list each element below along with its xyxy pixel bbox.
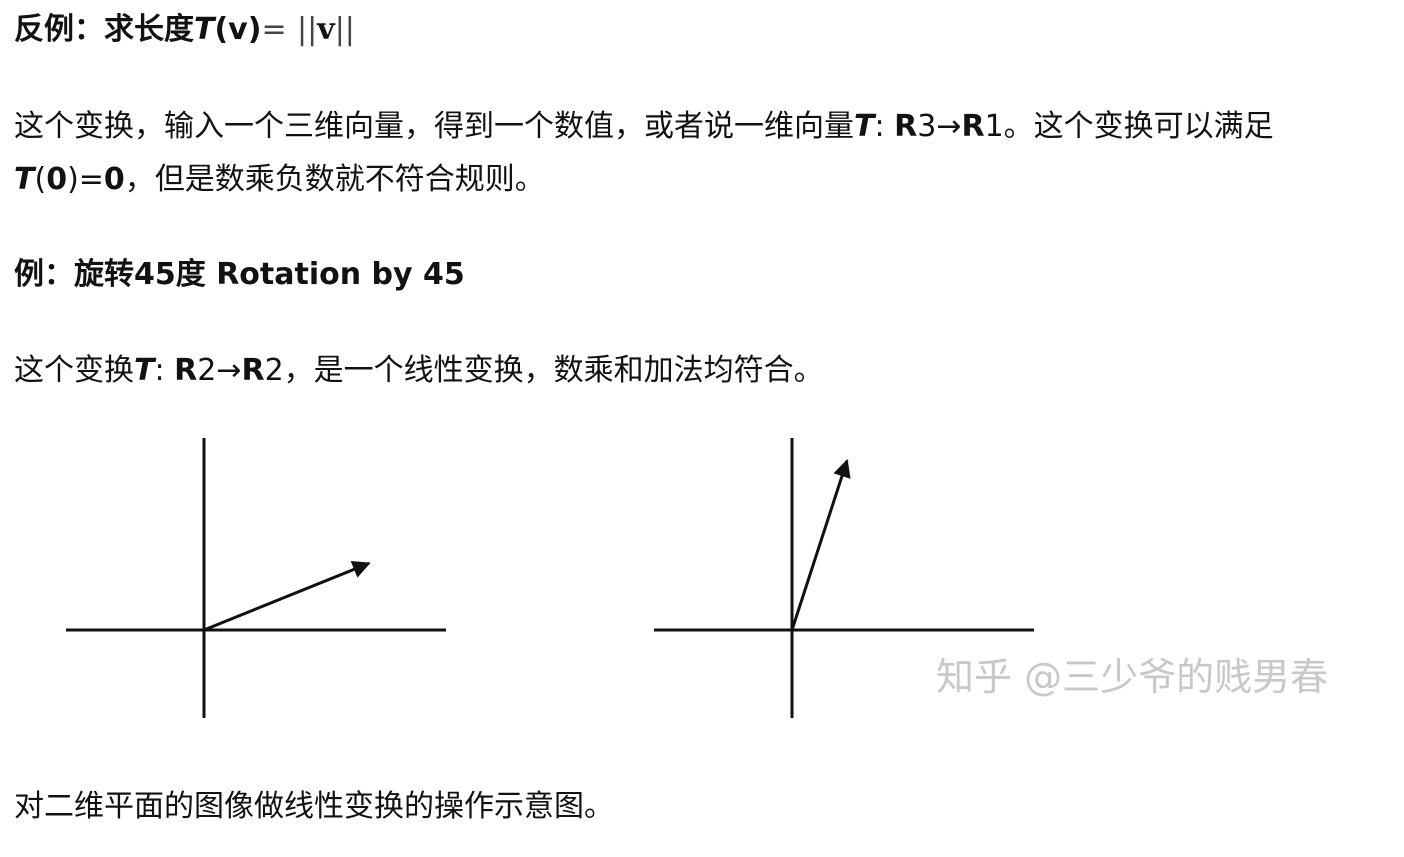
norm-vector: v: [317, 12, 335, 47]
left-diagram: [66, 438, 446, 718]
para2-domain-dim: 2: [197, 353, 217, 388]
rotation-figure: 知乎 @三少爷的贱男春: [0, 420, 1404, 740]
para1-line2-paren-open: (: [34, 162, 47, 197]
para2-tail: ，是一个线性变换，数乘和加法均符合。: [283, 353, 824, 388]
paragraph-length-transform-line1: 这个变换，输入一个三维向量，得到一个数值，或者说一维向量T: R3→R1。这个变…: [14, 107, 1274, 147]
para2-codomain-dim: 2: [264, 353, 284, 388]
para1-arrow: →: [936, 109, 962, 144]
transform-symbol: T: [194, 12, 215, 47]
para2-prefix: 这个变换: [14, 353, 134, 388]
left-vector-arrow: [203, 561, 371, 632]
para1-codomain-dim: 1: [984, 109, 1004, 144]
para2-arrow: →: [216, 353, 242, 388]
heading-counterexample-label: 反例：求长度: [14, 12, 194, 47]
paragraph-rotation-transform: 这个变换T: R2→R2，是一个线性变换，数乘和加法均符合。: [14, 351, 824, 391]
norm-close: ||: [334, 12, 355, 47]
para2-colon: :: [154, 353, 165, 388]
para1-codomain-symbol: R: [961, 109, 985, 144]
para1-transform-symbol: T: [854, 109, 875, 144]
para2-codomain-symbol: R: [241, 353, 265, 388]
para1-line2-tail: ，但是数乘负数就不符合规则。: [124, 162, 545, 197]
para1-line2-zero-vector: 0: [46, 162, 68, 197]
rotation-figure-svg: 知乎 @三少爷的贱男春: [66, 438, 1328, 718]
para1-line2-equals: =: [78, 162, 104, 197]
transform-argument: (v): [214, 12, 262, 47]
heading-rotation-example: 例：旋转45度 Rotation by 45: [14, 257, 465, 292]
para1-line2-paren-close: ): [67, 162, 79, 197]
para1-line2-zero-result: 0: [103, 162, 125, 197]
para1-tail: 。这个变换可以满足: [1003, 109, 1274, 144]
para2-transform-symbol: T: [134, 353, 155, 388]
para1-colon: :: [874, 109, 885, 144]
equals-sign: =: [261, 12, 287, 47]
paragraph-length-transform-line2: T(0)=0，但是数乘负数就不符合规则。: [14, 160, 545, 200]
heading-counterexample: 反例：求长度T(v)= ||v||: [14, 10, 355, 50]
para1-text: 这个变换，输入一个三维向量，得到一个数值，或者说一维向量: [14, 109, 854, 144]
para2-domain-symbol: R: [174, 353, 198, 388]
para1-line2-transform-symbol: T: [14, 162, 35, 197]
figure-caption: 对二维平面的图像做线性变换的操作示意图。: [14, 789, 614, 824]
right-vector-arrow: [790, 458, 851, 631]
watermark-text: 知乎 @三少爷的贱男春: [936, 655, 1328, 699]
para1-domain-symbol: R: [894, 109, 918, 144]
norm-open: ||: [297, 12, 318, 47]
para1-domain-dim: 3: [917, 109, 937, 144]
